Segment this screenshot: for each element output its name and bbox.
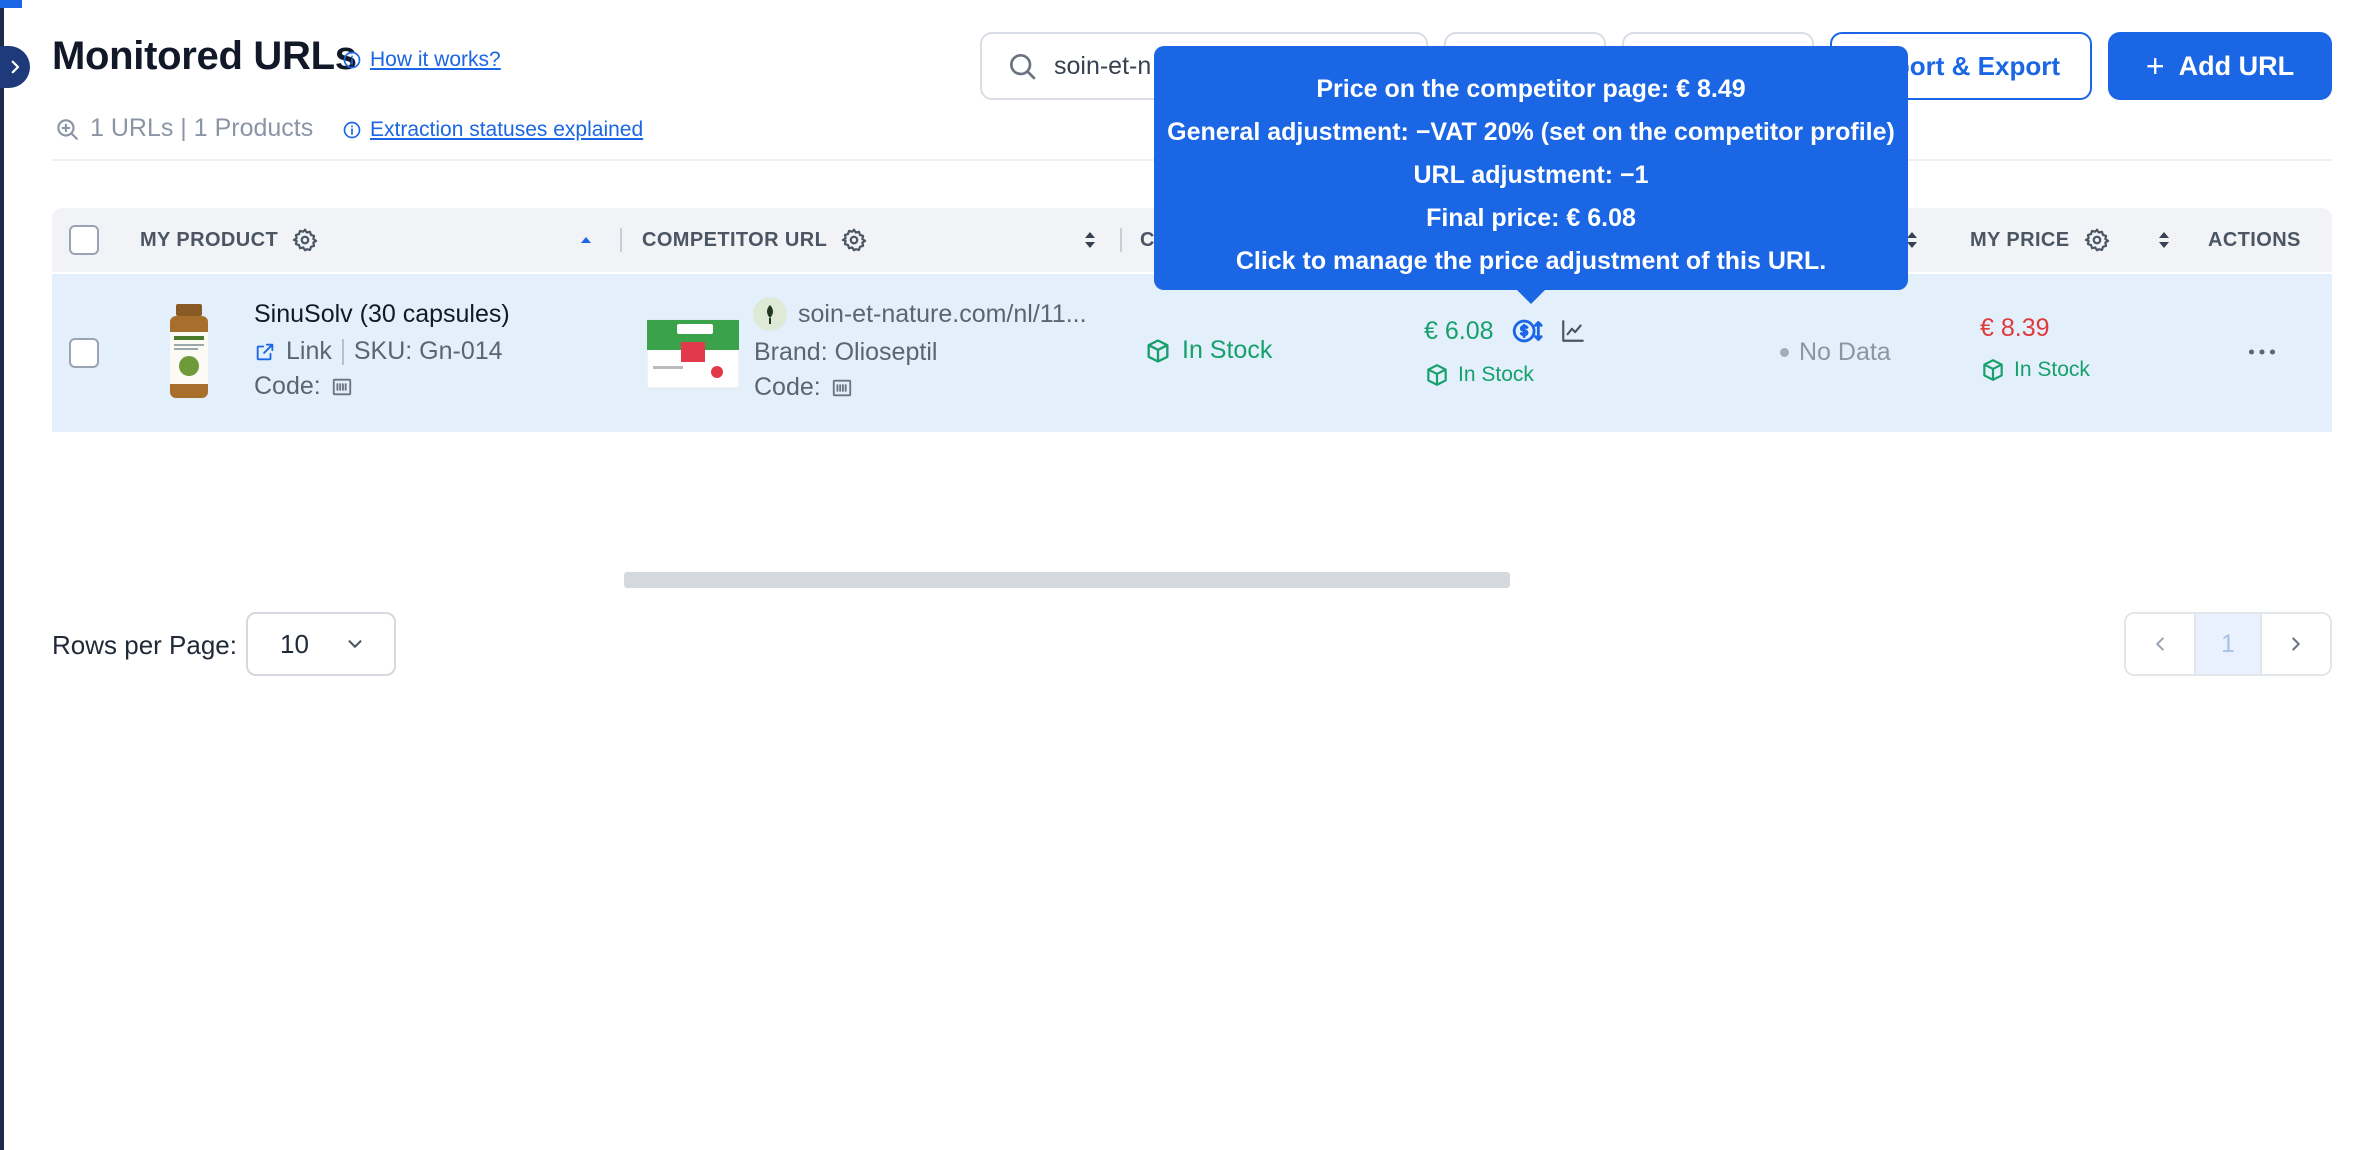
product-image[interactable] <box>164 302 214 407</box>
my-price-stock: In Stock <box>1980 357 2090 383</box>
my-price-stock-label: In Stock <box>2014 358 2090 381</box>
competitor-url-line[interactable]: soin-et-nature.com/nl/11... <box>752 296 1087 332</box>
add-url-button[interactable]: + Add URL <box>2108 32 2332 100</box>
chevron-down-icon <box>348 640 362 648</box>
page-title: Monitored URLs <box>52 34 357 78</box>
info-icon <box>342 50 362 70</box>
select-all-checkbox[interactable] <box>69 225 99 255</box>
chevron-right-icon <box>2292 637 2300 651</box>
extraction-statuses-label: Extraction statuses explained <box>370 118 644 141</box>
gear-icon[interactable] <box>292 227 318 253</box>
gear-icon[interactable] <box>841 227 867 253</box>
rows-per-page-value: 10 <box>280 628 309 659</box>
header-competitor-stock[interactable]: C <box>1140 208 1155 272</box>
tooltip-line-general-adjustment: General adjustment: −VAT 20% (set on the… <box>1167 118 1895 146</box>
header-my-product-label: MY PRODUCT <box>140 228 279 251</box>
competitor-code: Code: <box>754 373 1087 402</box>
header-my-price-label: MY PRICE <box>1970 228 2070 251</box>
product-info: SinuSolv (30 capsules) Link SKU: Gn-014 … <box>254 300 510 401</box>
current-page[interactable]: 1 <box>2194 614 2262 674</box>
rows-per-page-label: Rows per Page: <box>52 630 237 660</box>
competitor-price-stock: In Stock <box>1424 362 1586 388</box>
competitor-url[interactable]: soin-et-nature.com/nl/11... <box>798 300 1087 329</box>
how-it-works-link[interactable]: How it works? <box>342 48 501 72</box>
sidebar-toggle-button[interactable] <box>0 46 30 88</box>
results-count: 1 URLs | 1 Products <box>54 114 313 143</box>
header-my-product[interactable]: MY PRODUCT <box>140 208 318 272</box>
competitor-stock-status: In Stock <box>1144 336 1272 365</box>
competitor-favicon-icon <box>753 297 787 331</box>
product-meta: Link SKU: Gn-014 <box>254 337 510 366</box>
no-data-status: No Data <box>1780 338 1891 367</box>
chevron-left-icon <box>2156 637 2164 651</box>
info-icon <box>342 120 362 140</box>
competitor-price-stock-label: In Stock <box>1458 363 1534 386</box>
meta-separator <box>341 338 344 365</box>
competitor-product-image[interactable] <box>646 314 740 397</box>
product-link[interactable]: Link <box>286 337 332 366</box>
chevron-right-icon <box>11 60 20 74</box>
product-sku: SKU: Gn-014 <box>353 337 503 365</box>
gear-icon[interactable] <box>2084 227 2110 253</box>
extraction-statuses-link[interactable]: Extraction statuses explained <box>342 118 643 142</box>
search-value: soin-et-n <box>1054 51 1152 80</box>
header-my-price[interactable]: MY PRICE <box>1970 208 2110 272</box>
competitor-stock-label: In Stock <box>1182 336 1273 364</box>
top-corner-accent <box>0 0 22 8</box>
results-count-label: 1 URLs | 1 Products <box>90 114 314 142</box>
competitor-code-label: Code: <box>754 373 821 401</box>
competitor-brand: Brand: Olioseptil <box>754 338 938 366</box>
row-checkbox[interactable] <box>69 338 99 368</box>
product-code-label: Code: <box>254 372 321 400</box>
tooltip-line-manage: Click to manage the price adjustment of … <box>1235 247 1827 275</box>
barcode-icon[interactable] <box>331 376 353 398</box>
header-competitor-url-label: COMPETITOR URL <box>642 228 828 251</box>
sort-asc-icon[interactable] <box>578 208 594 272</box>
tooltip-line-competitor-price: Price on the competitor page: € 8.49 <box>1316 75 1746 103</box>
price-adjustment-tooltip[interactable]: Price on the competitor page: € 8.49 Gen… <box>1154 46 1908 304</box>
horizontal-scrollbar[interactable] <box>624 572 1510 588</box>
box-icon <box>1147 338 1169 363</box>
column-separator[interactable] <box>620 228 622 252</box>
my-price: € 8.39 <box>1980 314 2050 342</box>
how-it-works-label: How it works? <box>370 48 501 71</box>
header-actions-label: ACTIONS <box>2208 228 2301 251</box>
add-url-label: Add URL <box>2178 50 2295 81</box>
competitor-price: € 6.08 <box>1424 316 1494 345</box>
product-code: Code: <box>254 372 510 401</box>
box-icon <box>1983 359 2003 381</box>
product-name[interactable]: SinuSolv (30 capsules) <box>254 300 510 329</box>
competitor-price-line: € 6.08 <box>1424 314 1586 348</box>
rows-per-page-select[interactable]: 10 <box>246 612 396 676</box>
prev-page-button[interactable] <box>2126 614 2194 674</box>
plus-icon: + <box>2145 48 2165 84</box>
price-adjustment-icon[interactable] <box>1510 314 1544 348</box>
table-row[interactable]: SinuSolv (30 capsules) Link SKU: Gn-014 … <box>52 274 2332 432</box>
barcode-icon[interactable] <box>831 377 853 399</box>
external-link-icon[interactable] <box>254 341 276 363</box>
status-dot <box>1780 348 1789 357</box>
tooltip-line-final-price: Final price: € 6.08 <box>1426 204 1636 232</box>
box-icon <box>1427 364 1447 386</box>
price-history-chart-icon[interactable] <box>1560 318 1586 344</box>
tooltip-arrow <box>1515 288 1547 304</box>
competitor-price-cell: € 6.08 In Stock <box>1424 314 1586 388</box>
header-competitor-url[interactable]: COMPETITOR URL <box>642 208 867 272</box>
header-actions: ACTIONS <box>2208 208 2301 272</box>
column-separator[interactable] <box>1120 228 1122 252</box>
sort-both-icon[interactable] <box>2156 208 2172 272</box>
pagination: 1 <box>2124 612 2332 676</box>
more-horizontal-icon <box>2248 349 2276 355</box>
tooltip-line-url-adjustment: URL adjustment: −1 <box>1413 161 1649 189</box>
zoom-search-icon <box>57 118 78 140</box>
row-actions-menu[interactable] <box>2244 334 2280 375</box>
competitor-info: soin-et-nature.com/nl/11... Brand: Olios… <box>752 296 1087 402</box>
no-data-label: No Data <box>1799 338 1891 366</box>
header-competitor-stock-label: C <box>1140 228 1155 251</box>
sort-both-icon[interactable] <box>1082 208 1098 272</box>
search-icon <box>1010 54 1036 80</box>
app-left-rail <box>0 0 4 1150</box>
next-page-button[interactable] <box>2262 614 2330 674</box>
my-price-cell: € 8.39 In Stock <box>1980 314 2090 383</box>
